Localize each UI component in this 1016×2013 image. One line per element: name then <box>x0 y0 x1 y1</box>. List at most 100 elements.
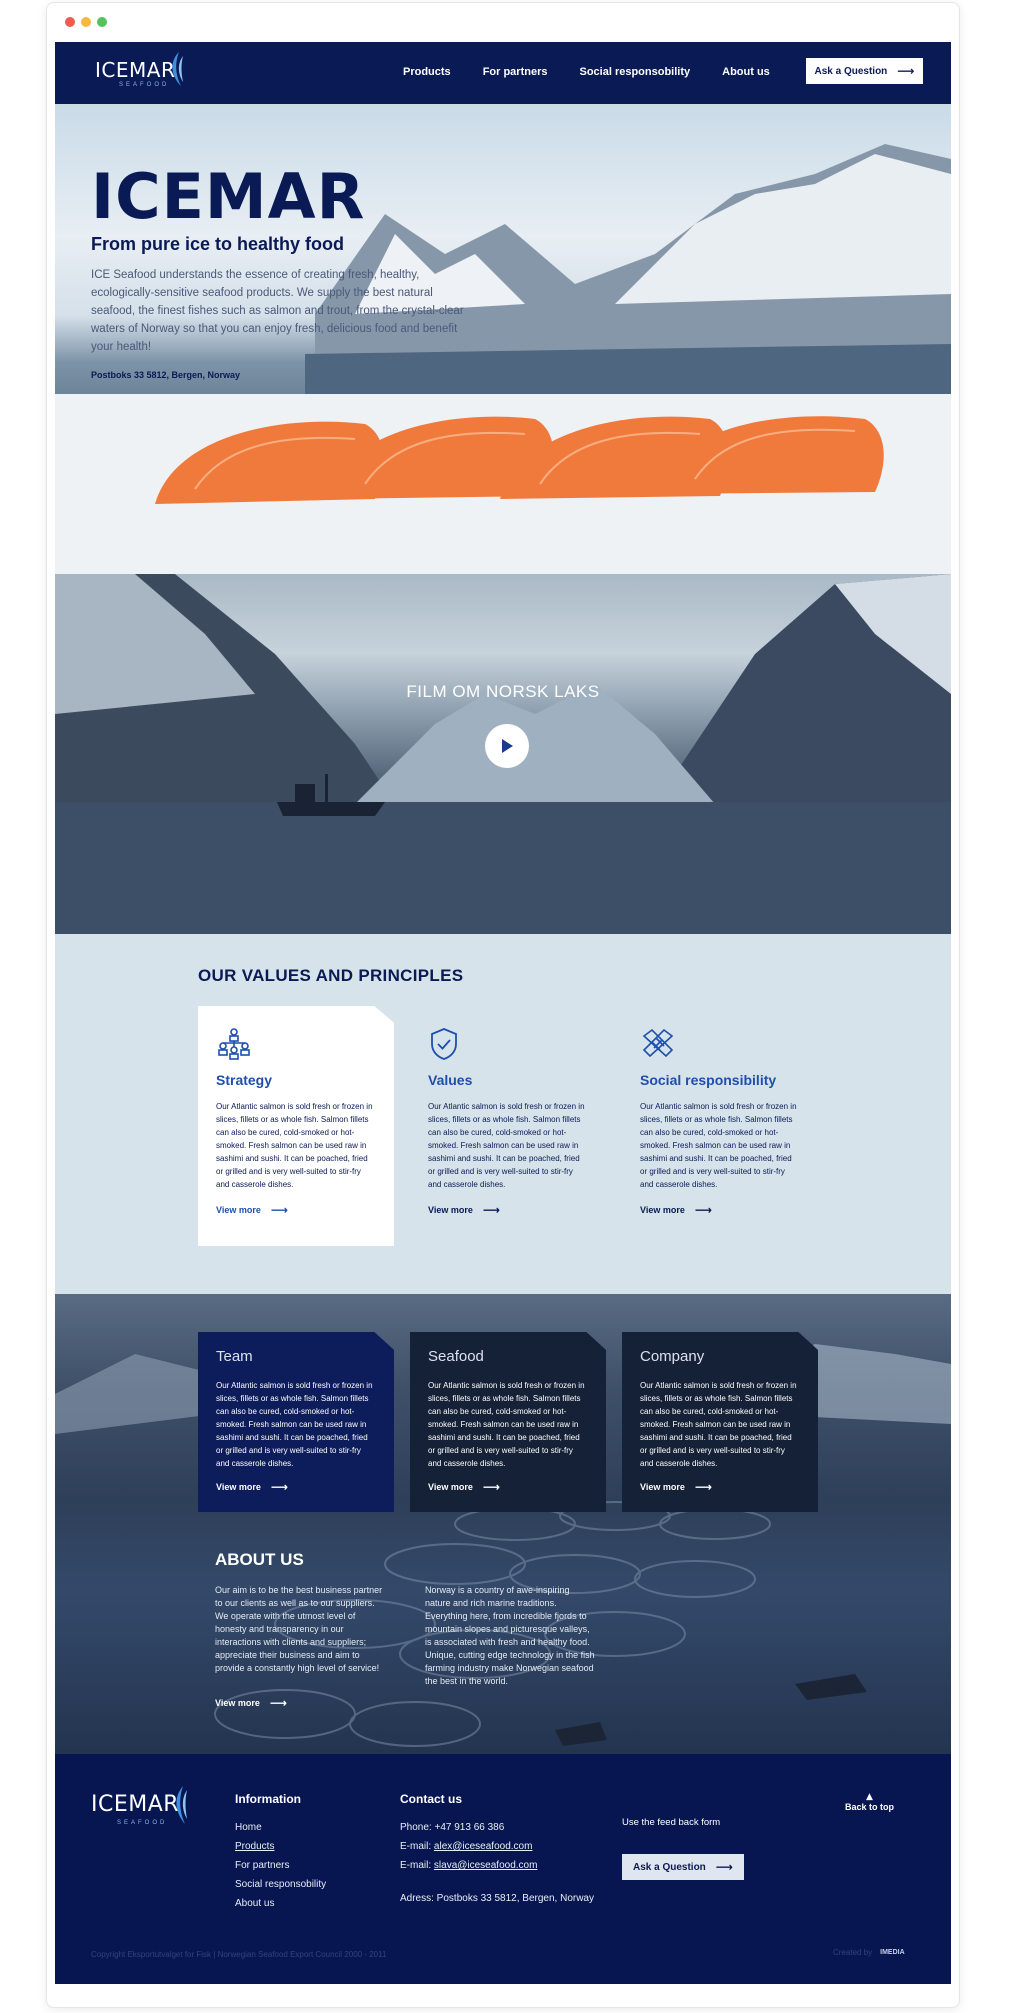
values-section: OUR VALUES AND PRINCIPLES Strategy Our A… <box>55 934 951 1294</box>
footer-contact-title: Contact us <box>400 1792 463 1806</box>
view-more-link[interactable]: View more ⟶ <box>640 1203 800 1217</box>
hero-description: ICE Seafood understands the essence of c… <box>91 269 464 353</box>
view-more-link[interactable]: View more ⟶ <box>428 1203 588 1217</box>
about-text-right: Norway is a country of awe-inspiring nat… <box>425 1585 595 1686</box>
view-more-label: View more <box>640 1205 685 1215</box>
arrow-right-icon: ⟶ <box>482 1480 501 1494</box>
created-by[interactable]: Created by IMEDIA <box>833 1948 905 1957</box>
ask-question-label: Ask a Question <box>632 1861 706 1873</box>
logo-text: ICEMAR <box>91 1792 180 1817</box>
footer-links: Home Products For partners Social respon… <box>235 1818 326 1913</box>
view-more-label: View more <box>428 1205 473 1215</box>
footer-info-title: Information <box>235 1792 301 1806</box>
minimize-dot[interactable] <box>81 17 91 27</box>
shield-icon <box>431 1028 457 1060</box>
logo-subtext: SEAFOOD <box>117 1820 168 1826</box>
view-more-link[interactable]: View more ⟶ <box>640 1480 800 1494</box>
handshake-icon <box>642 1028 674 1058</box>
hero-subtitle: From pure ice to healthy food <box>91 234 345 254</box>
value-card-title: Strategy <box>216 1072 273 1088</box>
view-more-label: View more <box>640 1482 685 1492</box>
footer-link-about-us[interactable]: About us <box>235 1894 326 1913</box>
ask-question-label: Ask a Question <box>814 65 888 77</box>
about-section: Team Our Atlantic salmon is sold fresh o… <box>55 1294 951 1754</box>
footer-address: Adress: Postboks 33 5812, Bergen, Norway <box>400 1893 594 1904</box>
about-card-team[interactable]: Team Our Atlantic salmon is sold fresh o… <box>198 1332 394 1512</box>
about-text-left: Our aim is to be the best business partn… <box>215 1585 383 1673</box>
arrow-right-icon: ⟶ <box>270 1203 289 1217</box>
footer-logo[interactable]: ICEMAR SEAFOOD <box>91 1786 191 1828</box>
copyright: Copyright Eksportutvalget for Fisk | Nor… <box>91 1950 387 1959</box>
maximize-dot[interactable] <box>97 17 107 27</box>
email-label: E-mail: <box>400 1841 432 1852</box>
site-header: ICEMAR SEAFOOD Products For partners Soc… <box>55 42 951 104</box>
value-card-social-responsibility[interactable]: Social responsibility Our Atlantic salmo… <box>622 1006 818 1246</box>
view-more-label: View more <box>428 1482 473 1492</box>
arrow-right-icon: ⟶ <box>897 64 915 78</box>
fin-icon <box>176 1786 187 1824</box>
hero-title: ICEMAR <box>91 160 366 233</box>
about-card-seafood[interactable]: Seafood Our Atlantic salmon is sold fres… <box>410 1332 606 1512</box>
arrow-right-icon: ⟶ <box>694 1480 713 1494</box>
about-card-company[interactable]: Company Our Atlantic salmon is sold fres… <box>622 1332 818 1512</box>
arrow-up-icon: ▲ <box>866 1792 873 1802</box>
back-to-top-label: Back to top <box>845 1802 895 1812</box>
footer-ask-question-button[interactable]: Ask a Question ⟶ <box>622 1854 744 1880</box>
about-view-more-link[interactable]: View more ⟶ <box>215 1696 287 1710</box>
footer-link-social-responsibility[interactable]: Social responsobility <box>235 1875 326 1894</box>
close-dot[interactable] <box>65 17 75 27</box>
view-more-link[interactable]: View more ⟶ <box>216 1480 376 1494</box>
nav-about-us[interactable]: About us <box>722 66 770 78</box>
logo-subtext: SEAFOOD <box>119 82 170 88</box>
arrow-right-icon: ⟶ <box>694 1203 713 1217</box>
footer-contact: Phone: +47 913 66 386 E-mail: alex@icese… <box>400 1818 594 1908</box>
value-card-title: Values <box>428 1072 473 1088</box>
email-label: E-mail: <box>400 1860 432 1871</box>
about-card-title: Seafood <box>428 1348 484 1365</box>
back-to-top-link[interactable]: ▲ Back to top <box>845 1792 894 1812</box>
about-card-title: Team <box>216 1348 253 1365</box>
ask-question-button[interactable]: Ask a Question ⟶ <box>806 58 923 84</box>
phone-label: Phone: <box>400 1822 432 1833</box>
about-card-text: Our Atlantic salmon is sold fresh or fro… <box>428 1381 585 1468</box>
values-title: OUR VALUES AND PRINCIPLES <box>198 966 464 985</box>
fin-icon <box>172 52 183 86</box>
value-card-text: Our Atlantic salmon is sold fresh or fro… <box>428 1102 585 1189</box>
window-controls <box>65 17 107 27</box>
arrow-right-icon: ⟶ <box>715 1860 733 1874</box>
view-more-label: View more <box>216 1482 261 1492</box>
footer-link-home[interactable]: Home <box>235 1818 326 1837</box>
arrow-right-icon: ⟶ <box>270 1480 289 1494</box>
video-title: FILM OM NORSK LAKS <box>406 682 600 701</box>
arrow-right-icon: ⟶ <box>482 1203 501 1217</box>
value-card-text: Our Atlantic salmon is sold fresh or fro… <box>640 1102 797 1189</box>
about-title: ABOUT US <box>215 1550 304 1569</box>
value-card-text: Our Atlantic salmon is sold fresh or fro… <box>216 1102 373 1189</box>
strategy-icon <box>218 1028 250 1060</box>
view-more-label: View more <box>216 1205 261 1215</box>
imedia-logo: IMEDIA <box>880 1949 905 1956</box>
hero-address: Postboks 33 5812, Bergen, Norway <box>91 370 241 380</box>
email-link-alex[interactable]: alex@iceseafood.com <box>434 1841 533 1852</box>
footer-link-for-partners[interactable]: For partners <box>235 1856 326 1875</box>
email-link-slava[interactable]: slava@iceseafood.com <box>434 1860 538 1871</box>
about-card-text: Our Atlantic salmon is sold fresh or fro… <box>216 1381 373 1468</box>
site-footer: ICEMAR SEAFOOD Information Home Products… <box>55 1754 951 1984</box>
view-more-link[interactable]: View more ⟶ <box>428 1480 588 1494</box>
main-nav: Products For partners Social responsobil… <box>403 66 770 78</box>
nav-products[interactable]: Products <box>403 66 451 78</box>
play-button[interactable] <box>485 724 529 768</box>
view-more-link[interactable]: View more ⟶ <box>216 1203 376 1217</box>
logo[interactable]: ICEMAR SEAFOOD <box>95 52 185 92</box>
footer-link-products[interactable]: Products <box>235 1837 326 1856</box>
value-card-title: Social responsibility <box>640 1072 777 1088</box>
value-card-values[interactable]: Values Our Atlantic salmon is sold fresh… <box>410 1006 606 1246</box>
nav-for-partners[interactable]: For partners <box>483 66 548 78</box>
play-icon <box>502 739 513 753</box>
value-card-strategy[interactable]: Strategy Our Atlantic salmon is sold fre… <box>198 1006 394 1246</box>
nav-social-responsibility[interactable]: Social responsobility <box>579 66 690 78</box>
hero-section: ICEMAR From pure ice to healthy food ICE… <box>55 104 951 574</box>
website: ICEMAR SEAFOOD Products For partners Soc… <box>55 42 951 1984</box>
phone-number[interactable]: +47 913 66 386 <box>434 1822 504 1833</box>
logo-text: ICEMAR <box>95 58 176 82</box>
